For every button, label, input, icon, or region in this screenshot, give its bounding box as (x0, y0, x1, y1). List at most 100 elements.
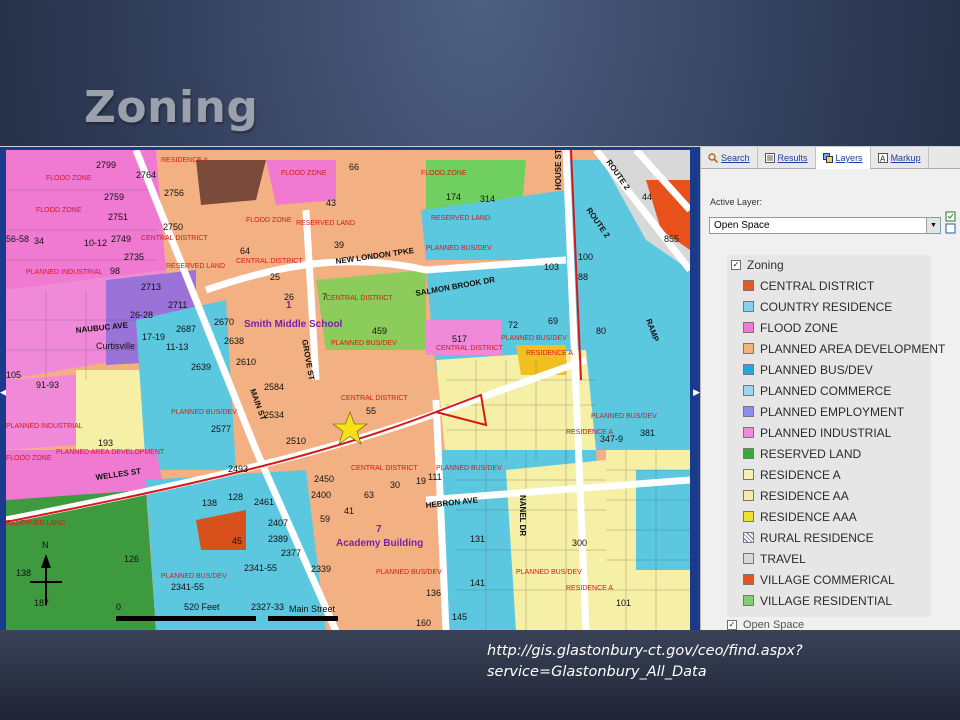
place-number: 7 (376, 524, 382, 535)
open-space-checkbox[interactable]: ✓ (727, 620, 737, 630)
legend-label: PLANNED EMPLOYMENT (760, 404, 905, 419)
parcel-number: 2711 (168, 300, 187, 310)
legend-items: CENTRAL DISTRICT COUNTRY RESIDENCE FLOOD Z… (727, 275, 945, 611)
parcel-number: 69 (548, 316, 558, 326)
legend-item: PLANNED EMPLOYMENT (727, 401, 931, 422)
active-layer-label: Active Layer: (710, 197, 763, 207)
parcel-number: 7 (322, 292, 327, 302)
zone-label: PLANNED BUS/DEV (426, 245, 492, 252)
legend-swatch (743, 469, 754, 480)
tab-layers[interactable]: Layers (815, 147, 871, 169)
parcel-number: 2389 (268, 534, 288, 544)
parcel-number: 2584 (264, 382, 284, 392)
zoning-map[interactable]: FLOOD ZONE FLOOD ZONE FLOOD ZONE FLOOD Z… (6, 150, 690, 631)
legend-item: COUNTRY RESIDENCE (727, 296, 931, 317)
parcel-number: 2670 (214, 317, 234, 327)
parcel-number: 2377 (281, 548, 301, 558)
parcel-number: 160 (416, 618, 431, 628)
parcel-number: 2639 (191, 362, 211, 372)
legend-swatch (743, 574, 754, 585)
parcel-number: 128 (228, 492, 243, 502)
parcel-number: 138 (202, 498, 217, 508)
pan-right-icon[interactable]: ▶ (693, 387, 700, 398)
parcel-number: 98 (110, 266, 120, 276)
tab-markup[interactable]: A Markup (871, 147, 929, 169)
legend-group-label: Zoning (747, 258, 784, 272)
parcel-number: 103 (544, 262, 559, 272)
parcel-number: 314 (480, 194, 495, 204)
zone-label: PLANNED BUS/DEV (161, 573, 227, 580)
source-url[interactable]: http://gis.glastonbury-ct.gov/ceo/find.a… (487, 641, 907, 683)
place-label: Curtisville (96, 341, 135, 351)
legend-group-zoning[interactable]: ✓ Zoning (727, 255, 931, 275)
legend-item: RESIDENCE AAA (727, 506, 931, 527)
chevron-down-icon[interactable]: ▼ (926, 218, 940, 233)
parcel-number: 2759 (104, 192, 124, 202)
zone-label: RESERVED LAND (296, 220, 355, 227)
parcel-number: 44 (642, 192, 652, 202)
legend-label: PLANNED COMMERCE (760, 383, 892, 398)
parcel-number: 2461 (254, 497, 274, 507)
legend-swatch (743, 511, 754, 522)
north-label: N (42, 540, 49, 550)
legend-label: RESIDENCE AAA (760, 509, 857, 524)
parcel-number: 26-28 (130, 310, 153, 320)
zone-label: PLANNED BUS/DEV (376, 569, 442, 576)
layers-icon (822, 153, 833, 163)
legend-item: RESERVED LAND (727, 443, 931, 464)
central-zone-star (316, 370, 446, 450)
parcel-number: 2751 (108, 212, 128, 222)
legend-item: PLANNED INDUSTRIAL (727, 422, 931, 443)
parcel-number: 2799 (96, 160, 116, 170)
parcel-number: 193 (98, 438, 113, 448)
layer-tools-icon[interactable] (945, 211, 957, 235)
academy-building-label: Academy Building (336, 538, 423, 549)
markup-icon: A (877, 153, 888, 163)
zone-label: RESERVED LAND (6, 520, 65, 527)
legend-label: VILLAGE RESIDENTIAL (760, 593, 893, 608)
legend-label: RESERVED LAND (760, 446, 862, 461)
active-layer-select[interactable]: Open Space ▼ (709, 217, 941, 234)
legend-label: FLOOD ZONE (760, 320, 839, 335)
parcel-number: 45 (232, 536, 242, 546)
zone-label: PLANNED BUS/DEV (591, 413, 657, 420)
zone-label: CENTRAL DISTRICT (341, 395, 408, 402)
parcel-number: 101 (616, 598, 631, 608)
street-label: HOUSE ST (554, 150, 563, 190)
parcel-number: 80 (596, 326, 606, 336)
tab-label: Markup (890, 153, 921, 163)
legend-label: PLANNED BUS/DEV (760, 362, 873, 377)
slide-title: Zoning (84, 82, 259, 133)
parcel-number: 10-12 (84, 238, 107, 248)
legend-item: RESIDENCE A (727, 464, 931, 485)
parcel-number: 145 (452, 612, 467, 622)
parcel-number: 2493 (228, 464, 248, 474)
parcel-number: 55 (366, 406, 376, 416)
parcel-number: 25 (270, 272, 280, 282)
scale-zero-label: 0 (116, 602, 121, 612)
tab-results[interactable]: Results (758, 147, 816, 169)
zone-label: PLANNED BUS/DEV (171, 409, 237, 416)
zoning-checkbox[interactable]: ✓ (731, 260, 741, 270)
tab-search[interactable]: Search (701, 147, 758, 169)
legend-label: RURAL RESIDENCE (760, 530, 874, 545)
legend-swatch (743, 490, 754, 501)
legend-swatch (743, 427, 754, 438)
parcel-number: 39 (334, 240, 344, 250)
legend-label: RESIDENCE AA (760, 488, 849, 503)
parcel-number: 2756 (164, 188, 184, 198)
parcel-number: 2510 (286, 436, 306, 446)
legend-swatch (743, 343, 754, 354)
legend-swatch (743, 385, 754, 396)
legend-label: VILLAGE COMMERICAL (760, 572, 895, 587)
scale-bar-2 (268, 616, 338, 621)
parcel-number: 34 (34, 236, 44, 246)
legend-item: PLANNED COMMERCE (727, 380, 931, 401)
map-canvas[interactable]: FLOOD ZONE FLOOD ZONE FLOOD ZONE FLOOD Z… (6, 150, 690, 631)
legend-label: TRAVEL (760, 551, 806, 566)
parcel-number: 136 (426, 588, 441, 598)
place-number: 1 (286, 300, 292, 311)
parcel-number: 2610 (236, 357, 256, 367)
gis-screenshot: ◀ ▶ FLOOD ZONE FLOOD ZONE FLOOD ZONE FLO… (0, 146, 960, 631)
legend-label: PLANNED INDUSTRIAL (760, 425, 892, 440)
